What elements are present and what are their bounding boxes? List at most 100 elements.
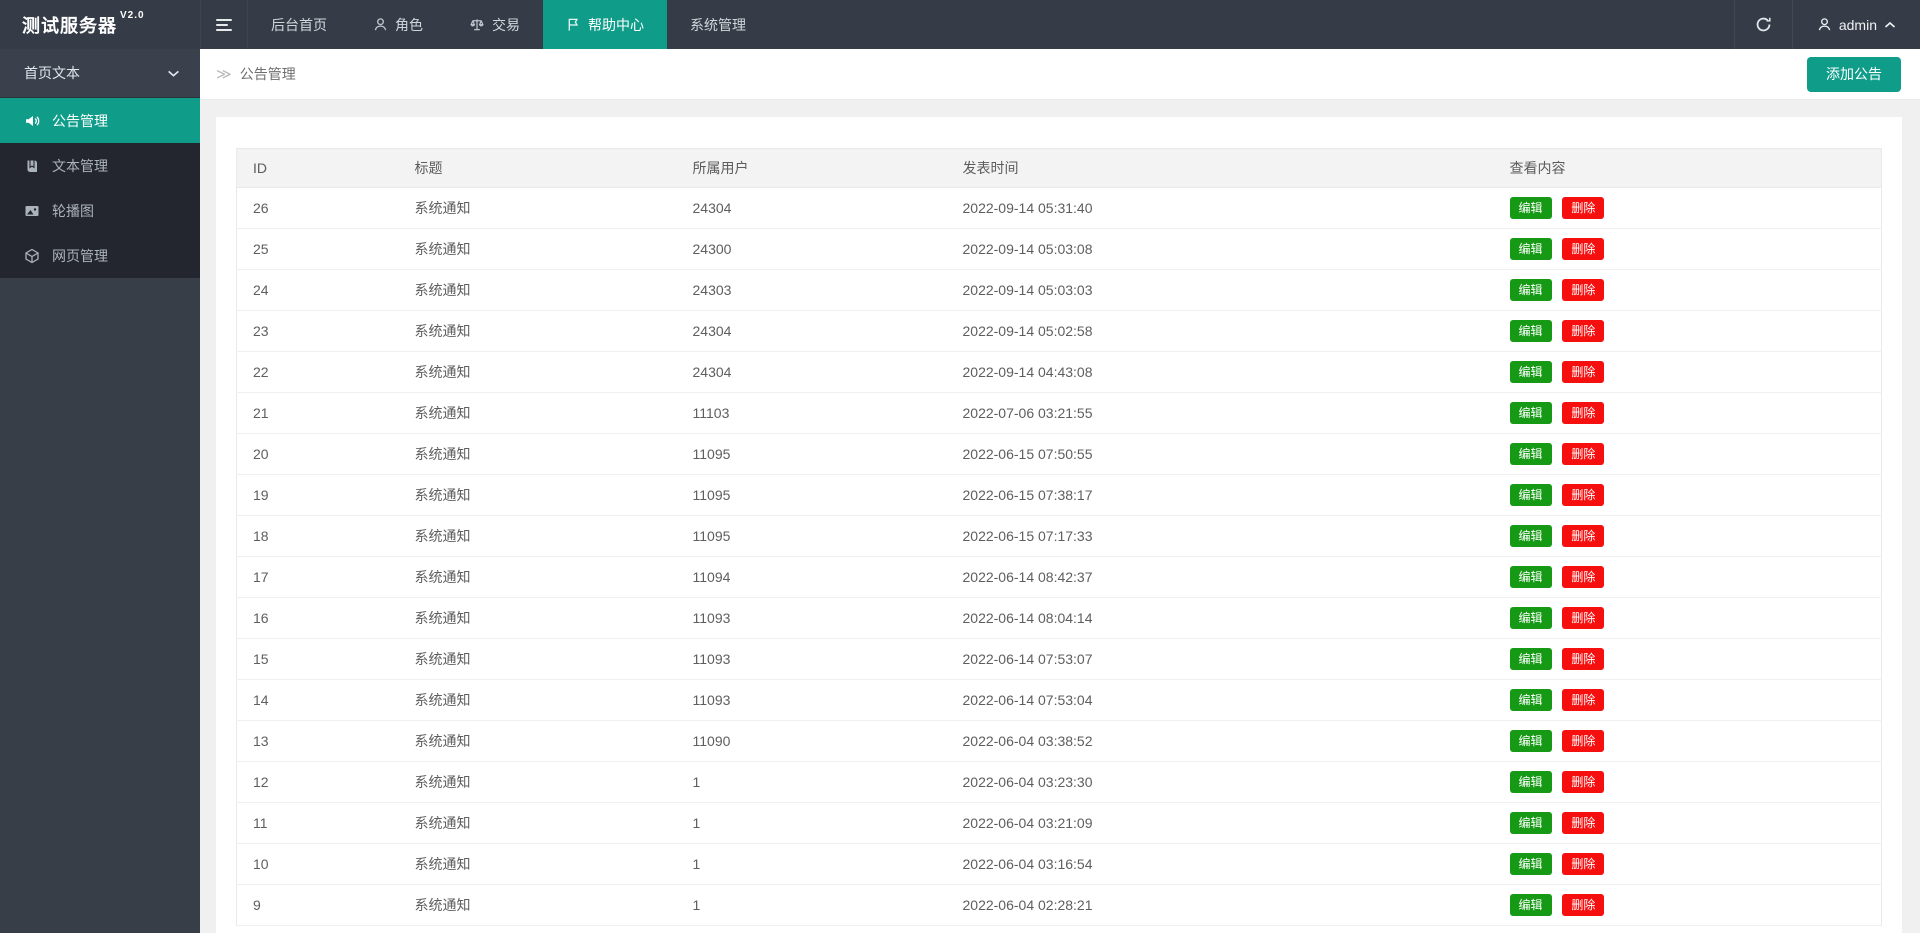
main-nav: 后台首页 角色 交易 — [248, 0, 769, 49]
delete-button[interactable]: 删除 — [1562, 730, 1604, 752]
delete-button[interactable]: 删除 — [1562, 279, 1604, 301]
delete-button[interactable]: 删除 — [1562, 689, 1604, 711]
cell-user: 24304 — [677, 352, 947, 393]
cell-user: 11093 — [677, 639, 947, 680]
edit-button[interactable]: 编辑 — [1510, 894, 1552, 916]
nav-item-system[interactable]: 系统管理 — [667, 0, 769, 49]
cell-actions: 编辑 删除 — [1494, 352, 1882, 393]
cell-time: 2022-06-14 07:53:04 — [947, 680, 1494, 721]
cell-time: 2022-06-14 07:53:07 — [947, 639, 1494, 680]
sidebar-item-label: 网页管理 — [52, 246, 108, 266]
edit-button[interactable]: 编辑 — [1510, 443, 1552, 465]
delete-button[interactable]: 删除 — [1562, 648, 1604, 670]
nav-item-dashboard[interactable]: 后台首页 — [248, 0, 350, 49]
cell-actions: 编辑 删除 — [1494, 639, 1882, 680]
sidebar-item-carousel[interactable]: 轮播图 — [0, 188, 200, 233]
edit-button[interactable]: 编辑 — [1510, 730, 1552, 752]
sidebar-item-text-management[interactable]: 文本管理 — [0, 143, 200, 188]
main-content: ≫ 公告管理 添加公告 ID 标题 所属用户 发表时间 查看内容 — [200, 49, 1920, 933]
delete-button[interactable]: 删除 — [1562, 402, 1604, 424]
delete-button[interactable]: 删除 — [1562, 525, 1604, 547]
delete-button[interactable]: 删除 — [1562, 484, 1604, 506]
table-row: 18 系统通知 11095 2022-06-15 07:17:33 编辑 删除 — [237, 516, 1882, 557]
nav-item-help-center[interactable]: 帮助中心 — [543, 0, 667, 49]
table-row: 14 系统通知 11093 2022-06-14 07:53:04 编辑 删除 — [237, 680, 1882, 721]
delete-button[interactable]: 删除 — [1562, 853, 1604, 875]
nav-item-roles[interactable]: 角色 — [350, 0, 446, 49]
brand-logo: 测试服务器 V2.0 — [0, 0, 200, 49]
edit-button[interactable]: 编辑 — [1510, 197, 1552, 219]
chevron-down-icon — [167, 69, 180, 78]
cell-time: 2022-06-14 08:04:14 — [947, 598, 1494, 639]
delete-button[interactable]: 删除 — [1562, 361, 1604, 383]
cell-actions: 编辑 删除 — [1494, 762, 1882, 803]
edit-button[interactable]: 编辑 — [1510, 279, 1552, 301]
delete-button[interactable]: 删除 — [1562, 443, 1604, 465]
edit-button[interactable]: 编辑 — [1510, 361, 1552, 383]
cell-title: 系统通知 — [399, 680, 677, 721]
delete-button[interactable]: 删除 — [1562, 894, 1604, 916]
edit-button[interactable]: 编辑 — [1510, 566, 1552, 588]
content-area: ID 标题 所属用户 发表时间 查看内容 26 系统通知 24304 2022-… — [200, 100, 1920, 933]
sidebar-item-announcements[interactable]: 公告管理 — [0, 98, 200, 143]
cell-time: 2022-09-14 05:03:03 — [947, 270, 1494, 311]
table-row: 20 系统通知 11095 2022-06-15 07:50:55 编辑 删除 — [237, 434, 1882, 475]
cell-title: 系统通知 — [399, 229, 677, 270]
edit-button[interactable]: 编辑 — [1510, 484, 1552, 506]
edit-button[interactable]: 编辑 — [1510, 320, 1552, 342]
cell-id: 18 — [237, 516, 399, 557]
user-icon — [373, 17, 388, 32]
delete-button[interactable]: 删除 — [1562, 197, 1604, 219]
cell-title: 系统通知 — [399, 844, 677, 885]
cell-id: 15 — [237, 639, 399, 680]
sidebar: 首页文本 公告管理 文本管理 — [0, 49, 200, 933]
delete-button[interactable]: 删除 — [1562, 771, 1604, 793]
refresh-button[interactable] — [1734, 0, 1792, 49]
delete-button[interactable]: 删除 — [1562, 812, 1604, 834]
edit-button[interactable]: 编辑 — [1510, 402, 1552, 424]
cell-user: 1 — [677, 844, 947, 885]
cell-title: 系统通知 — [399, 803, 677, 844]
cell-id: 16 — [237, 598, 399, 639]
chevron-up-icon — [1884, 21, 1896, 29]
table-row: 11 系统通知 1 2022-06-04 03:21:09 编辑 删除 — [237, 803, 1882, 844]
table-row: 22 系统通知 24304 2022-09-14 04:43:08 编辑 删除 — [237, 352, 1882, 393]
hamburger-icon — [216, 16, 232, 34]
delete-button[interactable]: 删除 — [1562, 607, 1604, 629]
cell-title: 系统通知 — [399, 311, 677, 352]
cell-actions: 编辑 删除 — [1494, 270, 1882, 311]
cell-title: 系统通知 — [399, 639, 677, 680]
column-header-view: 查看内容 — [1494, 149, 1882, 188]
edit-button[interactable]: 编辑 — [1510, 771, 1552, 793]
cell-user: 24303 — [677, 270, 947, 311]
cell-id: 11 — [237, 803, 399, 844]
sidebar-item-label: 公告管理 — [52, 111, 108, 131]
cell-actions: 编辑 删除 — [1494, 680, 1882, 721]
delete-button[interactable]: 删除 — [1562, 238, 1604, 260]
nav-item-transactions[interactable]: 交易 — [446, 0, 543, 49]
edit-button[interactable]: 编辑 — [1510, 648, 1552, 670]
cell-time: 2022-09-14 05:03:08 — [947, 229, 1494, 270]
delete-button[interactable]: 删除 — [1562, 320, 1604, 342]
sidebar-toggle-button[interactable] — [200, 0, 248, 49]
topbar: 测试服务器 V2.0 后台首页 角色 交易 — [0, 0, 1920, 49]
cell-id: 17 — [237, 557, 399, 598]
cell-user: 11093 — [677, 680, 947, 721]
edit-button[interactable]: 编辑 — [1510, 812, 1552, 834]
table-row: 12 系统通知 1 2022-06-04 03:23:30 编辑 删除 — [237, 762, 1882, 803]
edit-button[interactable]: 编辑 — [1510, 238, 1552, 260]
cell-time: 2022-06-04 03:38:52 — [947, 721, 1494, 762]
add-announcement-button[interactable]: 添加公告 — [1807, 57, 1901, 92]
edit-button[interactable]: 编辑 — [1510, 689, 1552, 711]
nav-label: 帮助中心 — [588, 15, 644, 35]
cell-title: 系统通知 — [399, 721, 677, 762]
sidebar-item-web-management[interactable]: 网页管理 — [0, 233, 200, 278]
edit-button[interactable]: 编辑 — [1510, 525, 1552, 547]
user-menu[interactable]: admin — [1792, 0, 1920, 49]
edit-button[interactable]: 编辑 — [1510, 607, 1552, 629]
edit-button[interactable]: 编辑 — [1510, 853, 1552, 875]
sidebar-group-home-text[interactable]: 首页文本 — [0, 49, 200, 98]
delete-button[interactable]: 删除 — [1562, 566, 1604, 588]
cell-actions: 编辑 删除 — [1494, 598, 1882, 639]
cell-title: 系统通知 — [399, 516, 677, 557]
